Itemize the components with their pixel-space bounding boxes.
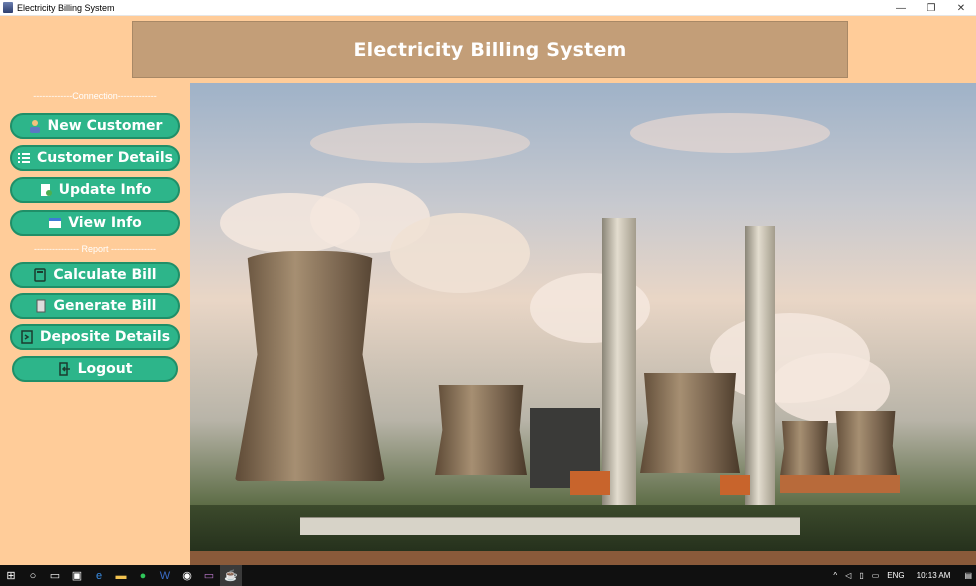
deposite-details-button[interactable]: Deposite Details bbox=[10, 324, 180, 350]
volume-icon[interactable]: ◁ bbox=[845, 571, 851, 580]
view-info-button[interactable]: View Info bbox=[10, 210, 180, 236]
deposit-icon bbox=[20, 330, 34, 344]
network-icon[interactable]: ▯ bbox=[859, 571, 863, 580]
whatsapp-icon[interactable]: ● bbox=[132, 565, 154, 586]
new-customer-button[interactable]: New Customer bbox=[10, 113, 180, 139]
language-indicator[interactable]: ENG bbox=[887, 571, 904, 580]
document-icon bbox=[34, 299, 48, 313]
taskbar: ⊞ ○ ▭ ▣ e ▬ ● W ◉ ▭ ☕ ^ ◁ ▯ ▭ ENG 10:13 … bbox=[0, 565, 976, 586]
clock[interactable]: 10:13 AM bbox=[917, 571, 951, 580]
report-section-label: --------------- Report --------------- bbox=[34, 244, 156, 254]
windows-start-icon[interactable]: ⊞ bbox=[0, 565, 22, 586]
logout-label: Logout bbox=[77, 361, 133, 377]
customer-details-button[interactable]: Customer Details bbox=[10, 145, 180, 171]
app-icon[interactable]: ◉ bbox=[176, 565, 198, 586]
update-info-button[interactable]: Update Info bbox=[10, 177, 180, 203]
system-tray: ^ ◁ ▯ ▭ ENG 10:13 AM ▤ bbox=[829, 565, 976, 586]
customer-details-label: Customer Details bbox=[37, 150, 173, 166]
search-icon[interactable]: ○ bbox=[22, 565, 44, 586]
app-icon[interactable]: ▭ bbox=[198, 565, 220, 586]
window-title: Electricity Billing System bbox=[17, 2, 115, 13]
task-view-icon[interactable]: ▭ bbox=[44, 565, 66, 586]
keyboard-icon[interactable]: ▭ bbox=[872, 571, 880, 580]
deposite-details-label: Deposite Details bbox=[39, 329, 171, 345]
header-banner: Electricity Billing System bbox=[132, 21, 848, 78]
word-icon[interactable]: W bbox=[154, 565, 176, 586]
store-icon[interactable]: ▣ bbox=[66, 565, 88, 586]
app-icon bbox=[3, 2, 13, 13]
file-explorer-icon[interactable]: ▬ bbox=[110, 565, 132, 586]
minimize-button[interactable]: — bbox=[886, 0, 916, 16]
view-icon bbox=[48, 216, 62, 230]
power-plant-image bbox=[190, 83, 976, 565]
list-icon bbox=[17, 151, 31, 165]
sidebar: -------------Connection------------- New… bbox=[0, 83, 190, 565]
window-title-bar: Electricity Billing System — ❐ ✕ bbox=[0, 0, 976, 16]
view-info-label: View Info bbox=[68, 215, 142, 231]
chevron-up-icon[interactable]: ^ bbox=[833, 571, 837, 580]
header: Electricity Billing System bbox=[0, 16, 976, 83]
page-title: Electricity Billing System bbox=[353, 38, 627, 61]
update-info-label: Update Info bbox=[58, 182, 152, 198]
calculate-bill-button[interactable]: Calculate Bill bbox=[10, 262, 180, 288]
logout-icon bbox=[58, 362, 72, 376]
calculator-icon bbox=[33, 268, 47, 282]
generate-bill-button[interactable]: Generate Bill bbox=[10, 293, 180, 319]
customer-icon bbox=[28, 119, 42, 133]
close-button[interactable]: ✕ bbox=[946, 0, 976, 16]
calculate-bill-label: Calculate Bill bbox=[53, 267, 157, 283]
java-app-icon[interactable]: ☕ bbox=[220, 565, 242, 586]
logout-button[interactable]: Logout bbox=[12, 356, 178, 382]
update-icon bbox=[39, 183, 53, 197]
maximize-button[interactable]: ❐ bbox=[916, 0, 946, 16]
edge-browser-icon[interactable]: e bbox=[88, 565, 110, 586]
new-customer-label: New Customer bbox=[47, 118, 163, 134]
notification-icon[interactable]: ▤ bbox=[964, 571, 972, 580]
generate-bill-label: Generate Bill bbox=[53, 298, 157, 314]
connection-section-label: -------------Connection------------- bbox=[33, 91, 157, 101]
